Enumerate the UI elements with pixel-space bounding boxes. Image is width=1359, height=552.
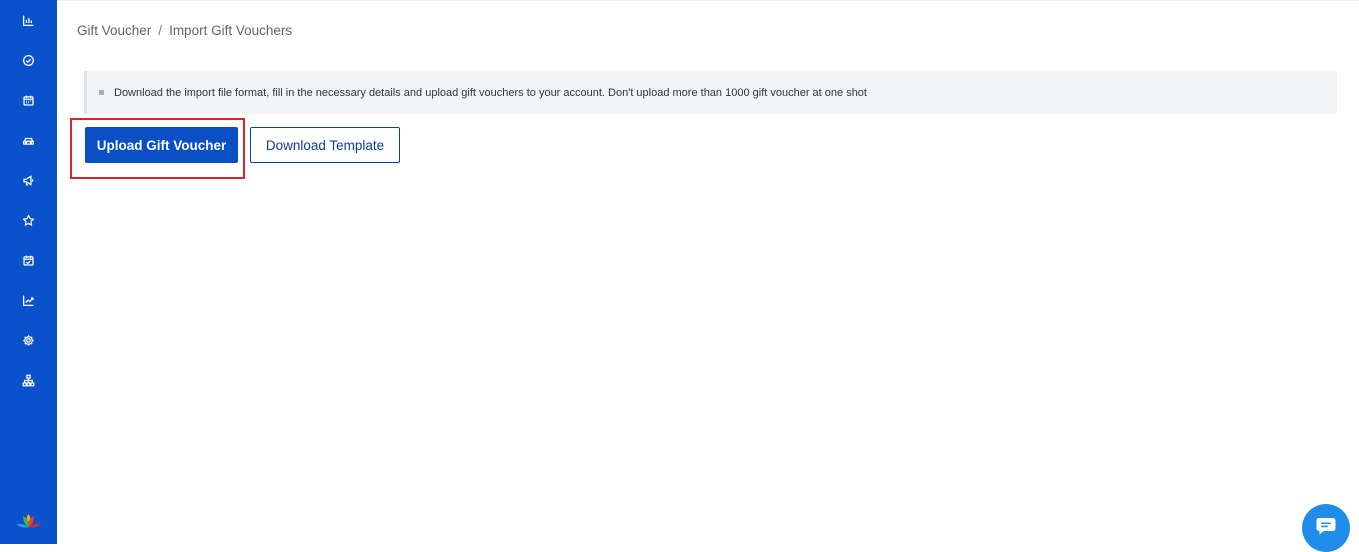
megaphone-icon[interactable] <box>19 171 37 189</box>
calendar-check-icon[interactable] <box>19 251 37 269</box>
upload-gift-voucher-button[interactable]: Upload Gift Voucher <box>85 127 238 163</box>
check-circle-icon[interactable] <box>19 51 37 69</box>
breadcrumb-current: Import Gift Vouchers <box>169 23 293 38</box>
car-icon[interactable] <box>19 131 37 149</box>
chat-bubble-icon <box>1316 518 1336 535</box>
lotus-logo <box>15 512 42 532</box>
settings-gear-icon[interactable] <box>19 331 37 349</box>
info-text: Download the import file format, fill in… <box>114 86 867 99</box>
chat-widget-button[interactable] <box>1302 504 1350 552</box>
sidebar <box>0 0 57 544</box>
bar-chart-icon[interactable] <box>19 11 37 29</box>
calendar-icon[interactable] <box>19 91 37 109</box>
breadcrumb-parent[interactable]: Gift Voucher <box>77 23 151 38</box>
star-icon[interactable] <box>19 211 37 229</box>
info-notice: Download the import file format, fill in… <box>84 71 1337 114</box>
sitemap-icon[interactable] <box>19 371 37 389</box>
trending-up-icon[interactable] <box>19 291 37 309</box>
breadcrumb-separator: / <box>158 23 163 38</box>
breadcrumb: Gift Voucher / Import Gift Vouchers <box>77 23 292 38</box>
bullet-icon <box>99 90 104 95</box>
main-content: Gift Voucher / Import Gift Vouchers Downlo… <box>57 0 1359 544</box>
download-template-button[interactable]: Download Template <box>250 127 400 163</box>
